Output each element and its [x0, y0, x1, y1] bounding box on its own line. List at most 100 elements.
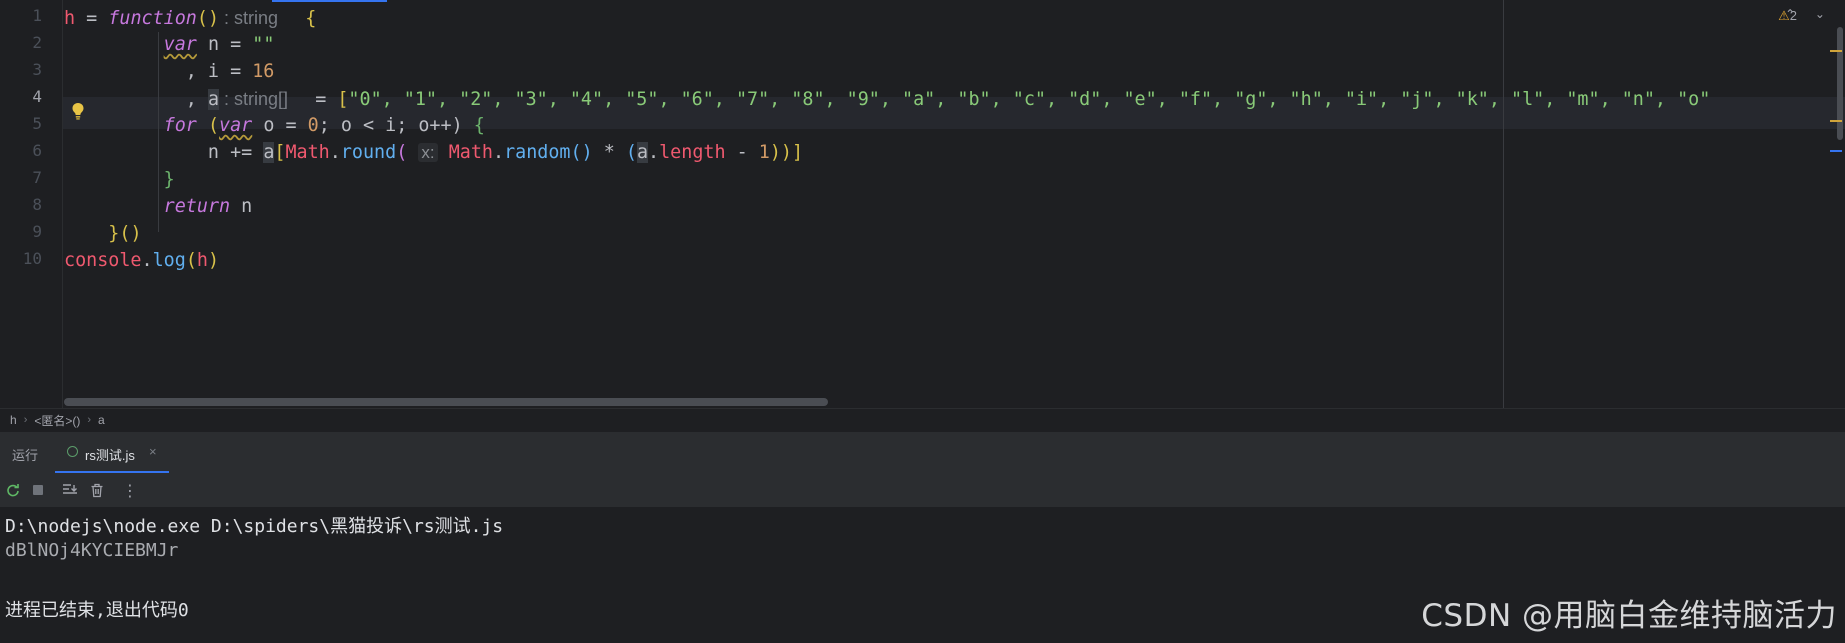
keyword: function	[108, 8, 197, 29]
line-number-current: 4	[32, 87, 42, 106]
more-options-button[interactable]: ⋮	[121, 480, 139, 500]
code-text: n +=	[64, 142, 264, 163]
tab-run-config[interactable]: rs测试.js ×	[55, 432, 169, 474]
close-icon[interactable]: ×	[149, 444, 157, 459]
number-literal: 1	[758, 142, 770, 163]
nodejs-icon	[67, 446, 78, 457]
identifier: Math	[285, 142, 330, 163]
punctuation: .	[329, 142, 341, 163]
parameter-hint[interactable]: x:	[418, 143, 438, 162]
number-literal: 16	[252, 61, 275, 82]
code-text: n	[230, 196, 253, 217]
problem-nav-arrows[interactable]: ⌃ ⌄	[1785, 7, 1833, 21]
identifier: Math	[448, 142, 493, 163]
run-tool-window-header: 运行 rs测试.js ×	[0, 431, 1845, 474]
punctuation: {	[283, 8, 317, 29]
identifier: a	[207, 89, 220, 110]
breadcrumb-item[interactable]: <匿名>()	[34, 412, 80, 429]
keyword: var	[219, 115, 253, 136]
ide-window: 1 2 3 4 5 6 7 8 9 10 h = function() : st…	[0, 0, 1845, 643]
operator: -	[725, 142, 759, 163]
stop-button[interactable]	[29, 481, 47, 499]
line-number: 8	[32, 195, 42, 214]
trash-icon	[91, 483, 103, 497]
string-literal: ""	[252, 34, 275, 55]
line-number: 2	[32, 33, 42, 52]
punctuation: ))]	[769, 142, 804, 163]
punctuation: ()	[196, 8, 220, 29]
code-text: ; o < i; o++)	[318, 115, 474, 136]
tab-label: rs测试.js	[85, 448, 135, 463]
punctuation: (	[396, 142, 408, 163]
punctuation: .	[648, 142, 660, 163]
line-number: 7	[32, 168, 42, 187]
breadcrumb: h › <匿名>() › a	[0, 408, 1845, 431]
punctuation: }	[108, 223, 120, 244]
code-text: o =	[252, 115, 308, 136]
punctuation: [	[337, 89, 349, 110]
identifier: h	[64, 8, 76, 29]
warning-marker[interactable]	[1830, 120, 1842, 122]
vertical-scrollbar[interactable]	[1837, 27, 1843, 140]
keyword: var	[163, 34, 197, 55]
horizontal-scrollbar[interactable]	[64, 398, 828, 406]
identifier: console	[64, 250, 142, 271]
punctuation: .	[141, 250, 153, 271]
chevron-right-icon: ›	[87, 414, 92, 426]
line-number: 10	[22, 249, 42, 268]
method-name: round	[340, 142, 397, 163]
inlay-type-hint[interactable]: : string[]	[219, 89, 293, 109]
code-text: ,	[64, 89, 208, 110]
method-name: log	[152, 250, 186, 271]
line-number: 3	[32, 60, 42, 79]
console-command-line: D:\nodejs\node.exe D:\spiders\黑猫投诉\rs测试.…	[5, 516, 504, 537]
keyword: for	[163, 115, 197, 136]
punctuation: (	[196, 115, 220, 136]
operator: =	[293, 89, 338, 110]
punctuation: ()	[119, 223, 142, 244]
rerun-button[interactable]	[4, 481, 22, 499]
code-text: , i =	[64, 61, 253, 82]
punctuation: {	[473, 115, 485, 136]
run-toolbar: ⋮	[0, 473, 1845, 508]
identifier: a	[636, 142, 649, 163]
more-vertical-icon: ⋮	[122, 480, 138, 500]
code-line-6: n += a[Math.round( x: Math.random() * (a…	[64, 137, 803, 169]
punctuation: }	[163, 169, 175, 190]
operator: =	[75, 8, 109, 29]
scroll-to-end-button[interactable]	[61, 481, 79, 499]
chevron-right-icon: ›	[23, 414, 28, 426]
property-name: length	[659, 142, 726, 163]
warning-marker[interactable]	[1830, 50, 1842, 52]
rerun-icon	[7, 484, 19, 497]
code-line-10: console.log(h)	[64, 245, 219, 277]
breadcrumb-item[interactable]: a	[98, 413, 105, 427]
caret-marker	[1830, 150, 1842, 152]
method-name: random	[504, 142, 571, 163]
breadcrumb-item[interactable]: h	[10, 413, 17, 427]
number-literal: 0	[307, 115, 319, 136]
line-number: 6	[32, 141, 42, 160]
punctuation: .	[492, 142, 505, 163]
operator: *	[592, 142, 626, 163]
punctuation: (	[185, 250, 197, 271]
line-number: 5	[32, 114, 42, 133]
punctuation: )	[207, 250, 220, 271]
stop-icon	[33, 485, 43, 495]
scroll-to-end-icon	[63, 484, 77, 494]
console-exit-line: 进程已结束,退出代码0	[5, 600, 189, 621]
code-text: n =	[196, 34, 253, 55]
tool-window-title[interactable]: 运行	[12, 445, 38, 464]
punctuation: (	[625, 142, 637, 163]
code-editor[interactable]: 1 2 3 4 5 6 7 8 9 10 h = function() : st…	[0, 0, 1845, 408]
inlay-type-hint[interactable]: : string	[219, 8, 283, 28]
watermark: CSDN @用脑白金维持脑活力	[1421, 598, 1837, 634]
punctuation: ()	[570, 142, 593, 163]
right-margin-guide	[1503, 0, 1504, 408]
string-literal: "0", "1", "2", "3", "4", "5", "6", "7", …	[348, 89, 1711, 110]
line-number-gutter[interactable]: 1 2 3 4 5 6 7 8 9 10	[0, 0, 63, 408]
clear-all-button[interactable]	[88, 481, 106, 499]
